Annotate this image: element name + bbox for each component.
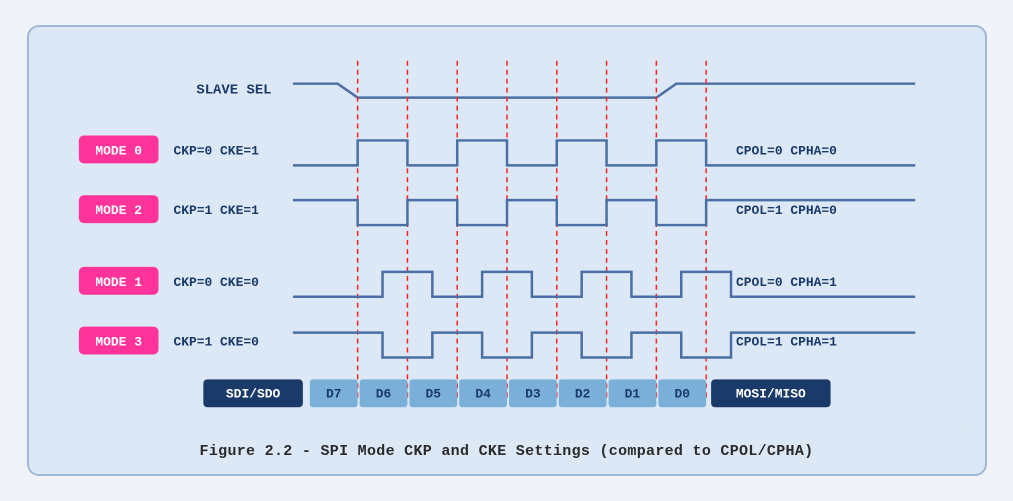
outer-container: SLAVE SEL MODE 0 CKP=0 CKE=1 CPOL=0 CPHA… (27, 25, 987, 476)
mode1-right: CPOL=0 CPHA=1 (735, 275, 836, 290)
mode3-label: MODE 3 (95, 335, 142, 350)
d2-label: D2 (574, 386, 590, 401)
mode2-right: CPOL=1 CPHA=0 (735, 203, 836, 218)
mode1-params: CKP=0 CKE=0 (173, 275, 259, 290)
mode2-label: MODE 2 (95, 203, 142, 218)
mode1-label: MODE 1 (95, 275, 142, 290)
d4-label: D4 (475, 386, 491, 401)
d5-label: D5 (425, 386, 441, 401)
d7-label: D7 (325, 386, 341, 401)
mode0-right: CPOL=0 CPHA=0 (735, 143, 836, 158)
slave-sel-label: SLAVE SEL (196, 83, 271, 99)
diagram-area: SLAVE SEL MODE 0 CKP=0 CKE=1 CPOL=0 CPHA… (49, 45, 965, 435)
d6-label: D6 (375, 386, 391, 401)
mode2-params: CKP=1 CKE=1 (173, 203, 259, 218)
mosi-miso-label: MOSI/MISO (735, 386, 805, 401)
mode3-right: CPOL=1 CPHA=1 (735, 335, 836, 350)
d0-label: D0 (674, 386, 690, 401)
mode3-params: CKP=1 CKE=0 (173, 335, 259, 350)
sdi-sdo-label: SDI/SDO (225, 386, 280, 401)
d3-label: D3 (525, 386, 541, 401)
mode0-label: MODE 0 (95, 143, 142, 158)
d1-label: D1 (624, 386, 640, 401)
figure-caption: Figure 2.2 - SPI Mode CKP and CKE Settin… (49, 443, 965, 460)
timing-diagram: SLAVE SEL MODE 0 CKP=0 CKE=1 CPOL=0 CPHA… (49, 45, 965, 435)
mode0-params: CKP=0 CKE=1 (173, 143, 259, 158)
